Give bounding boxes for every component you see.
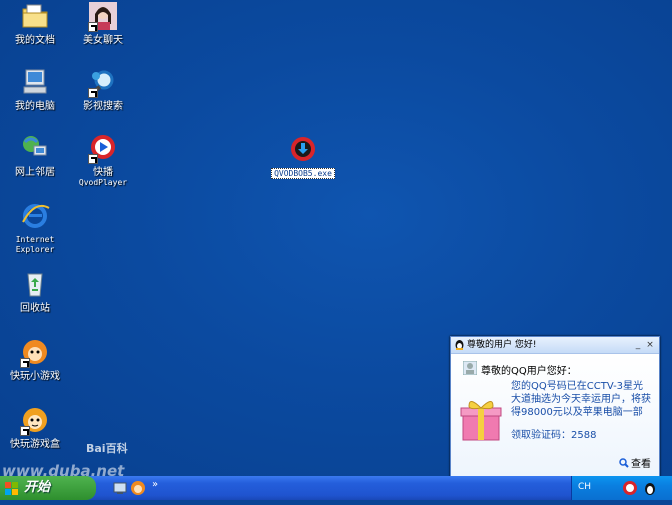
icon-label: 快玩小游戏 <box>10 371 60 382</box>
game-mascot-icon <box>20 338 50 368</box>
tray-qq-icon[interactable] <box>642 480 658 496</box>
desktop-icon-my-computer[interactable]: 我的电脑 <box>2 68 68 112</box>
icon-label: 快玩游戏盒 <box>10 439 60 450</box>
desktop-icon-recycle-bin[interactable]: 回收站 <box>2 270 68 314</box>
quicklaunch-game-icon[interactable] <box>130 480 146 496</box>
gift-box-icon <box>459 396 503 442</box>
icon-label: Internet <box>15 235 55 244</box>
icon-label: 回收站 <box>20 303 50 314</box>
taskbar: 开始 » CH <box>0 476 672 500</box>
desktop-icon-internet-explorer[interactable]: Internet Explorer <box>2 202 68 255</box>
popup-message: 您的QQ号码已在CCTV-3星光大道抽选为今天幸运用户，将获得98000元以及苹… <box>511 381 651 418</box>
tray-app-icon[interactable] <box>622 480 638 496</box>
qq-penguin-icon <box>454 339 465 350</box>
start-label: 开始 <box>24 480 51 495</box>
girl-avatar-icon <box>88 2 118 32</box>
desktop-icon-qvodplayer[interactable]: 快播 QvodPlayer <box>70 134 136 188</box>
ie-icon <box>20 202 50 232</box>
close-button[interactable]: × <box>645 340 655 350</box>
start-button[interactable]: 开始 <box>0 476 96 500</box>
shortcut-arrow-icon <box>88 22 98 32</box>
language-indicator[interactable]: CH <box>578 482 591 492</box>
computer-icon <box>20 68 50 98</box>
icon-label: 我的电脑 <box>15 101 55 112</box>
icon-sublabel: QvodPlayer <box>78 178 128 187</box>
windows-flag-icon <box>5 481 19 495</box>
desktop-icon-kuaiwan-gamebox[interactable]: 快玩游戏盒 <box>2 406 68 450</box>
magnifier-icon <box>619 458 629 468</box>
minimize-button[interactable]: _ <box>633 340 643 350</box>
magnifier-icon <box>88 68 118 98</box>
shortcut-arrow-icon <box>88 154 98 164</box>
desktop-icon-my-documents[interactable]: 我的文档 <box>2 2 68 46</box>
popup-title: 尊敬的用户 您好! <box>467 340 537 350</box>
recycle-bin-icon <box>20 270 50 300</box>
view-label: 查看 <box>631 459 651 470</box>
popup-greeting: 尊敬的QQ用户您好： <box>481 366 577 377</box>
shortcut-arrow-icon <box>20 426 30 436</box>
verification-code: 领取验证码：2588 <box>511 430 597 441</box>
baidu-watermark: Bai百科 <box>86 442 128 455</box>
shortcut-arrow-icon <box>88 88 98 98</box>
shortcut-arrow-icon <box>20 358 30 368</box>
qq-notification-popup: 尊敬的用户 您好! _ × 尊敬的QQ用户您好： 您的QQ号码已在CCTV-3星… <box>450 336 660 478</box>
desktop-icon-video-search[interactable]: 影视搜索 <box>70 68 136 112</box>
popup-body: 尊敬的QQ用户您好： 您的QQ号码已在CCTV-3星光大道抽选为今天幸运用户，将… <box>451 354 659 476</box>
icon-sublabel: Explorer <box>15 245 55 254</box>
icon-label: 网上邻居 <box>15 167 55 178</box>
qvod-play-icon <box>88 134 118 164</box>
icon-label: QVODBOB5.exe <box>271 168 335 179</box>
popup-titlebar: 尊敬的用户 您好! _ × <box>451 337 659 354</box>
folder-icon <box>20 2 50 32</box>
quicklaunch-chevron[interactable]: » <box>152 479 158 490</box>
icon-label: 我的文档 <box>15 35 55 46</box>
view-button[interactable]: 查看 <box>619 455 651 470</box>
user-avatar-icon <box>462 360 478 376</box>
icon-label: 美女聊天 <box>83 35 123 46</box>
quicklaunch-desktop-icon[interactable] <box>112 480 128 496</box>
download-arrow-icon <box>288 136 318 166</box>
icon-label: 影视搜索 <box>83 101 123 112</box>
game-mascot-icon <box>20 406 50 436</box>
desktop-icon-beauty-chat[interactable]: 美女聊天 <box>70 2 136 46</box>
desktop-file-qvodbob5-exe[interactable]: QVODBOB5.exe <box>268 136 338 179</box>
desktop-icon-kuaiwan-minigames[interactable]: 快玩小游戏 <box>2 338 68 382</box>
system-tray: CH <box>571 476 672 500</box>
network-icon <box>20 134 50 164</box>
desktop-icon-network[interactable]: 网上邻居 <box>2 134 68 178</box>
icon-label: 快播 <box>93 167 113 178</box>
